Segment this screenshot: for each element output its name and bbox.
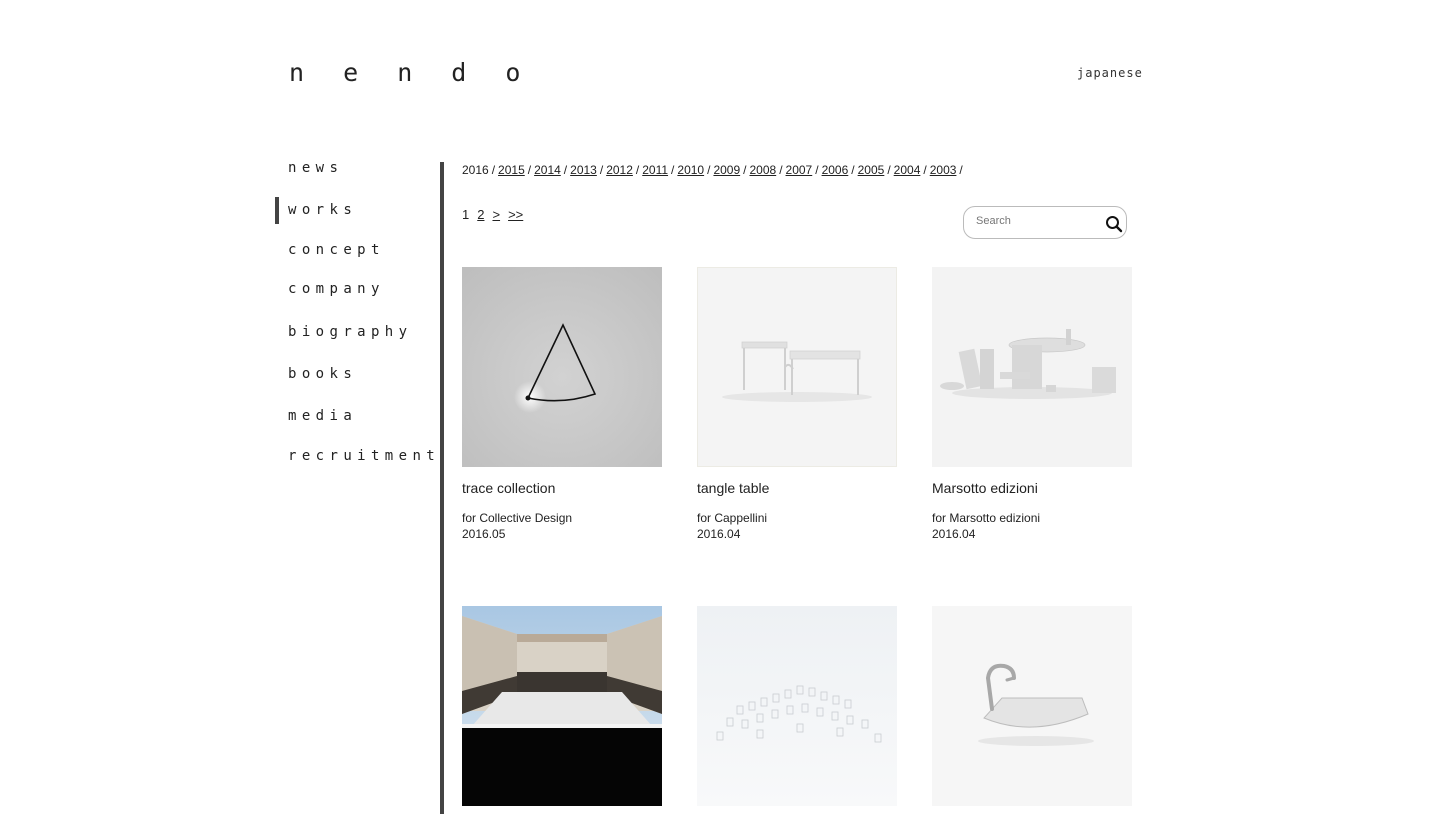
year-separator: /: [743, 163, 747, 177]
search-input[interactable]: [976, 215, 1096, 227]
nav-item-books[interactable]: books: [288, 366, 357, 382]
content-divider: [440, 162, 444, 814]
work-date: 2016.05: [462, 527, 506, 541]
work-card[interactable]: trace collection for Collective Design 2…: [462, 267, 662, 541]
year-separator: /: [635, 163, 640, 177]
work-title[interactable]: tangle table: [697, 480, 769, 496]
work-card[interactable]: [932, 606, 1132, 806]
work-thumbnail-tangle-table[interactable]: [697, 267, 897, 467]
year-separator: /: [959, 163, 963, 177]
year-separator: /: [887, 163, 891, 177]
nav-item-concept[interactable]: concept: [288, 242, 385, 258]
year-link-2007[interactable]: 2007: [786, 163, 813, 177]
work-title[interactable]: trace collection: [462, 480, 555, 496]
nav-item-media[interactable]: media: [288, 408, 357, 424]
work-client: for Collective Design: [462, 511, 573, 525]
year-link-2005[interactable]: 2005: [858, 163, 885, 177]
japanese-language-link[interactable]: japanese: [1077, 66, 1143, 80]
year-separator: /: [923, 163, 927, 177]
year-link-2013[interactable]: 2013: [570, 163, 597, 177]
year-separator: /: [851, 163, 855, 177]
pagination: 1 2 > >>: [462, 207, 531, 222]
year-link-2004[interactable]: 2004: [894, 163, 921, 177]
year-link-2008[interactable]: 2008: [749, 163, 776, 177]
year-separator: /: [671, 163, 675, 177]
year-separator: /: [563, 163, 568, 177]
work-card[interactable]: tangle table for Cappellini 2016.04: [697, 267, 897, 541]
year-link-2014[interactable]: 2014: [534, 163, 561, 177]
work-title[interactable]: Marsotto edizioni: [932, 480, 1038, 496]
nendo-logo[interactable]: n e n d o: [289, 58, 532, 87]
active-nav-indicator: [275, 197, 279, 224]
work-thumbnail-marsotto-edizioni[interactable]: [932, 267, 1132, 467]
year-link-2012[interactable]: 2012: [606, 163, 633, 177]
nav-item-works[interactable]: works: [288, 202, 357, 218]
work-thumbnail-rocking-object[interactable]: [932, 606, 1132, 806]
year-current: 2016: [462, 163, 489, 177]
work-card[interactable]: [697, 606, 897, 806]
work-client: for Cappellini: [697, 511, 768, 525]
year-separator: /: [707, 163, 711, 177]
search-box: [963, 206, 1127, 239]
work-client: for Marsotto edizioni: [932, 511, 1041, 525]
year-filter: 2016/2015/2014/2013/2012/2011/2010/2009/…: [462, 163, 966, 177]
work-card[interactable]: [462, 606, 662, 806]
year-link-2003[interactable]: 2003: [930, 163, 957, 177]
nav-item-company[interactable]: company: [288, 281, 385, 297]
year-separator: /: [779, 163, 783, 177]
year-separator: /: [527, 163, 532, 177]
year-separator: /: [599, 163, 604, 177]
nav-item-recruitment[interactable]: recruitment: [288, 448, 440, 464]
work-thumbnail-trace-collection[interactable]: [462, 267, 662, 467]
page-current: 1: [462, 207, 470, 222]
year-link-2010[interactable]: 2010: [677, 163, 704, 177]
nav-item-news[interactable]: news: [288, 160, 343, 176]
year-link-2011[interactable]: 2011: [642, 163, 668, 177]
year-separator: /: [815, 163, 819, 177]
page-last-link[interactable]: >>: [508, 207, 523, 222]
work-thumbnail-courtyard-installation[interactable]: [462, 606, 662, 806]
year-link-2006[interactable]: 2006: [822, 163, 849, 177]
page-link-2[interactable]: 2: [477, 207, 484, 222]
search-icon[interactable]: [1105, 215, 1123, 233]
year-link-2015[interactable]: 2015: [498, 163, 525, 177]
page-next-link[interactable]: >: [492, 207, 500, 222]
year-link-2009[interactable]: 2009: [713, 163, 740, 177]
work-date: 2016.04: [697, 527, 741, 541]
work-date: 2016.04: [932, 527, 976, 541]
year-separator: /: [491, 163, 496, 177]
nav-item-biography[interactable]: biography: [288, 324, 412, 340]
work-card[interactable]: Marsotto edizioni for Marsotto edizioni …: [932, 267, 1132, 541]
work-thumbnail-miniature-chairs[interactable]: [697, 606, 897, 806]
